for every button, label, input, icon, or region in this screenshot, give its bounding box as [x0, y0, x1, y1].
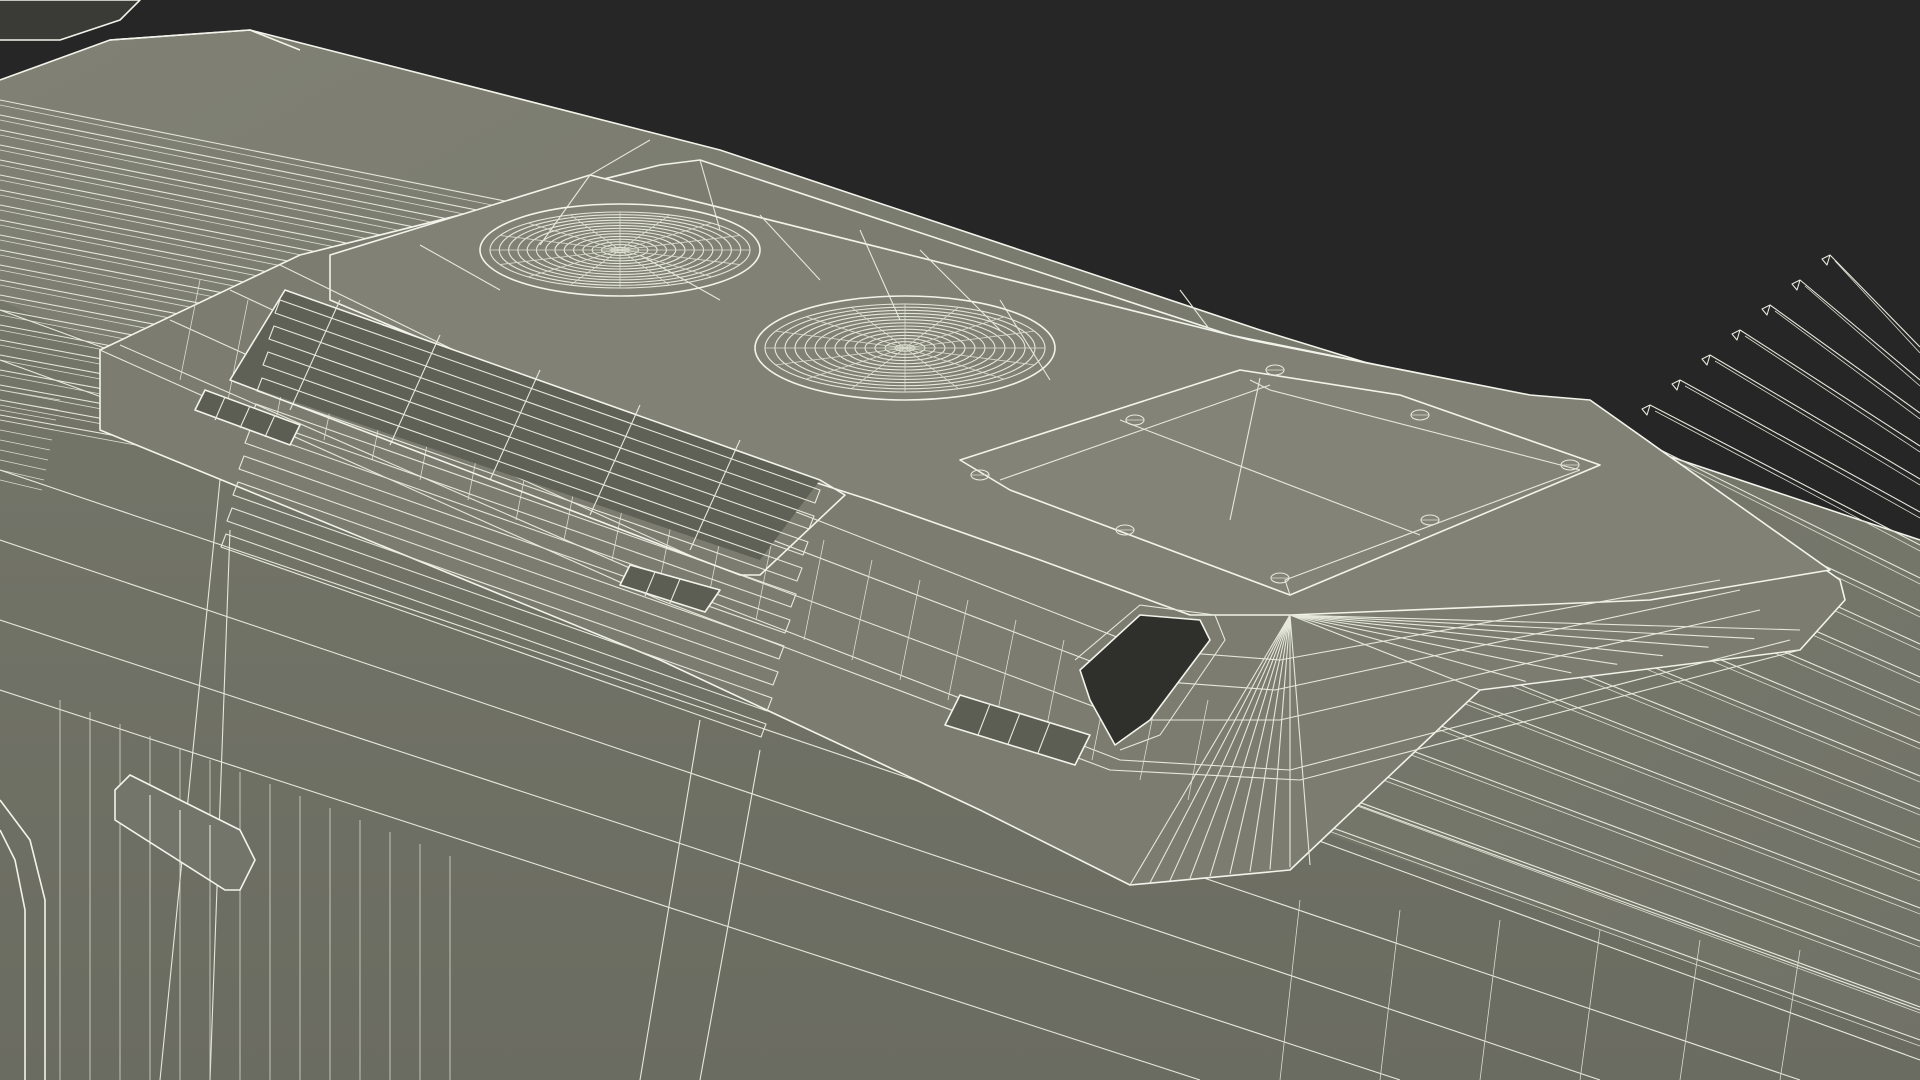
roof-fan-right — [754, 295, 1056, 401]
roof-fan-left — [479, 203, 761, 297]
viewport-canvas — [0, 0, 1920, 1080]
wireframe-render — [0, 0, 1920, 1080]
